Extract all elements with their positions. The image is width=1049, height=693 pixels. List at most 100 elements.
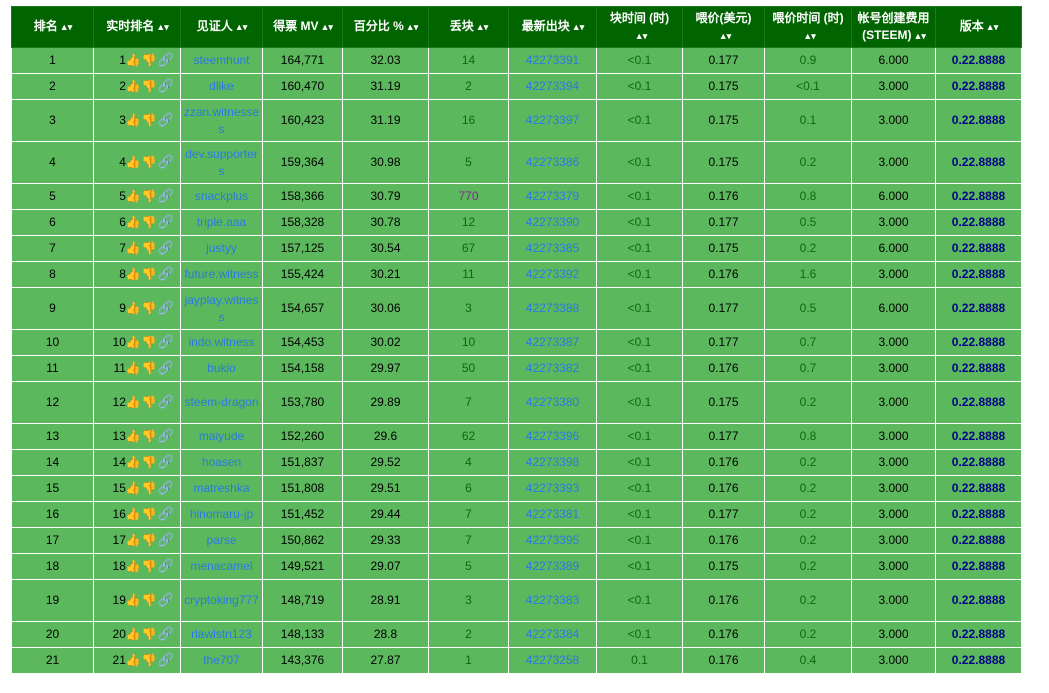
thumbs-down-icon[interactable]: 👎 (142, 430, 157, 442)
chain-link-icon[interactable]: 🔗 (158, 215, 174, 228)
witness-name-link[interactable]: hinomaru-jp (180, 501, 263, 528)
thumbs-down-icon[interactable]: 👎 (142, 482, 157, 494)
thumbs-up-icon[interactable]: 👍 (126, 190, 141, 202)
thumbs-down-icon[interactable]: 👎 (142, 456, 157, 468)
witness-name-link[interactable]: zzan.witnesses (180, 99, 263, 142)
thumbs-up-icon[interactable]: 👍 (126, 654, 141, 666)
chain-link-icon[interactable]: 🔗 (158, 627, 174, 640)
thumbs-up-icon[interactable]: 👍 (126, 216, 141, 228)
witness-name-link[interactable]: steem-dragon (180, 381, 263, 424)
thumbs-up-icon[interactable]: 👍 (126, 628, 141, 640)
witness-name-link[interactable]: bukio (180, 355, 263, 382)
last-block-link[interactable]: 42273393 (508, 475, 597, 502)
chain-link-icon[interactable]: 🔗 (158, 653, 174, 666)
header-rank[interactable]: 排名 ▲▾ (11, 6, 94, 48)
header-account-fee[interactable]: 帐号创建费用 (STEEM) ▲▾ (851, 6, 936, 48)
thumbs-down-icon[interactable]: 👎 (142, 190, 157, 202)
last-block-link[interactable]: 42273384 (508, 621, 597, 648)
thumbs-down-icon[interactable]: 👎 (142, 560, 157, 572)
chain-link-icon[interactable]: 🔗 (158, 361, 174, 374)
last-block-link[interactable]: 42273380 (508, 381, 597, 424)
thumbs-up-icon[interactable]: 👍 (126, 534, 141, 546)
thumbs-up-icon[interactable]: 👍 (126, 54, 141, 66)
witness-name-link[interactable]: triple.aaa (180, 209, 263, 236)
last-block-link[interactable]: 42273394 (508, 73, 597, 100)
thumbs-up-icon[interactable]: 👍 (126, 560, 141, 572)
thumbs-down-icon[interactable]: 👎 (142, 628, 157, 640)
thumbs-down-icon[interactable]: 👎 (142, 594, 157, 606)
last-block-link[interactable]: 42273386 (508, 141, 597, 184)
witness-name-link[interactable]: menacamel (180, 553, 263, 580)
chain-link-icon[interactable]: 🔗 (158, 79, 174, 92)
thumbs-up-icon[interactable]: 👍 (126, 362, 141, 374)
witness-name-link[interactable]: maiyude (180, 423, 263, 450)
witness-name-link[interactable]: jayplay.witness (180, 287, 263, 330)
thumbs-down-icon[interactable]: 👎 (142, 216, 157, 228)
thumbs-down-icon[interactable]: 👎 (142, 508, 157, 520)
chain-link-icon[interactable]: 🔗 (158, 267, 174, 280)
thumbs-down-icon[interactable]: 👎 (142, 268, 157, 280)
header-votes[interactable]: 得票 MV ▲▾ (262, 6, 343, 48)
witness-name-link[interactable]: parse (180, 527, 263, 554)
last-block-link[interactable]: 42273392 (508, 261, 597, 288)
last-block-link[interactable]: 42273389 (508, 553, 597, 580)
last-block-link[interactable]: 42273379 (508, 183, 597, 210)
thumbs-up-icon[interactable]: 👍 (126, 594, 141, 606)
thumbs-up-icon[interactable]: 👍 (126, 80, 141, 92)
thumbs-up-icon[interactable]: 👍 (126, 156, 141, 168)
witness-name-link[interactable]: cryptoking777 (180, 579, 263, 622)
thumbs-down-icon[interactable]: 👎 (142, 362, 157, 374)
witness-name-link[interactable]: steemhunt (180, 47, 263, 74)
witness-name-link[interactable]: snackplus (180, 183, 263, 210)
thumbs-up-icon[interactable]: 👍 (126, 336, 141, 348)
chain-link-icon[interactable]: 🔗 (158, 335, 174, 348)
last-block-link[interactable]: 42273387 (508, 329, 597, 356)
last-block-link[interactable]: 42273390 (508, 209, 597, 236)
witness-name-link[interactable]: dev.supporters (180, 141, 263, 184)
header-live-rank[interactable]: 实时排名 ▲▾ (93, 6, 181, 48)
last-block-link[interactable]: 42273397 (508, 99, 597, 142)
witness-name-link[interactable]: the707 (180, 647, 263, 674)
thumbs-down-icon[interactable]: 👎 (142, 156, 157, 168)
chain-link-icon[interactable]: 🔗 (158, 455, 174, 468)
witness-name-link[interactable]: indo.witness (180, 329, 263, 356)
chain-link-icon[interactable]: 🔗 (158, 429, 174, 442)
chain-link-icon[interactable]: 🔗 (158, 507, 174, 520)
chain-link-icon[interactable]: 🔗 (158, 533, 174, 546)
last-block-link[interactable]: 42273396 (508, 423, 597, 450)
header-witness[interactable]: 见证人 ▲▾ (180, 6, 263, 48)
last-block-link[interactable]: 42273258 (508, 647, 597, 674)
thumbs-up-icon[interactable]: 👍 (126, 482, 141, 494)
header-block-time[interactable]: 块时间 (时) ▲▾ (596, 6, 683, 48)
last-block-link[interactable]: 42273398 (508, 449, 597, 476)
thumbs-down-icon[interactable]: 👎 (142, 80, 157, 92)
thumbs-down-icon[interactable]: 👎 (142, 336, 157, 348)
thumbs-down-icon[interactable]: 👎 (142, 396, 157, 408)
chain-link-icon[interactable]: 🔗 (158, 53, 174, 66)
thumbs-up-icon[interactable]: 👍 (126, 302, 141, 314)
chain-link-icon[interactable]: 🔗 (158, 301, 174, 314)
thumbs-down-icon[interactable]: 👎 (142, 302, 157, 314)
chain-link-icon[interactable]: 🔗 (158, 559, 174, 572)
thumbs-up-icon[interactable]: 👍 (126, 268, 141, 280)
thumbs-up-icon[interactable]: 👍 (126, 114, 141, 126)
last-block-link[interactable]: 42273382 (508, 355, 597, 382)
chain-link-icon[interactable]: 🔗 (158, 481, 174, 494)
chain-link-icon[interactable]: 🔗 (158, 593, 174, 606)
thumbs-up-icon[interactable]: 👍 (126, 396, 141, 408)
chain-link-icon[interactable]: 🔗 (158, 113, 174, 126)
witness-name-link[interactable]: matreshka (180, 475, 263, 502)
thumbs-down-icon[interactable]: 👎 (142, 54, 157, 66)
last-block-link[interactable]: 42273395 (508, 527, 597, 554)
witness-name-link[interactable]: hoasen (180, 449, 263, 476)
header-missed[interactable]: 丢块 ▲▾ (428, 6, 509, 48)
thumbs-up-icon[interactable]: 👍 (126, 508, 141, 520)
header-percent[interactable]: 百分比 % ▲▾ (342, 6, 429, 48)
witness-name-link[interactable]: justyy (180, 235, 263, 262)
header-price-time[interactable]: 喂价时间 (时) ▲▾ (764, 6, 852, 48)
thumbs-up-icon[interactable]: 👍 (126, 430, 141, 442)
thumbs-down-icon[interactable]: 👎 (142, 534, 157, 546)
last-block-link[interactable]: 42273383 (508, 579, 597, 622)
thumbs-down-icon[interactable]: 👎 (142, 114, 157, 126)
thumbs-down-icon[interactable]: 👎 (142, 654, 157, 666)
